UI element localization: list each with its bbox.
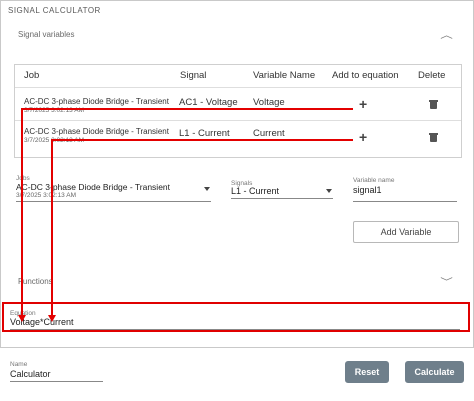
arrow-head-icon [48,315,56,322]
annotation-line [51,139,353,141]
chevron-down-icon[interactable]: ﹀ [440,275,453,288]
row1-job: AC-DC 3-phase Diode Bridge - Transient [24,97,169,106]
annotation-line [21,108,23,320]
variable-name-input[interactable]: signal1 [353,185,382,195]
annotation-line [21,108,353,110]
row2-signal: L1 - Current [179,128,230,139]
row2-variable: Current [253,128,285,139]
signals-dropdown-caret-icon[interactable] [326,189,332,193]
header-delete: Delete [418,70,446,81]
name-underline [10,381,103,382]
signals-select-value[interactable]: L1 - Current [231,186,279,196]
plus-icon[interactable]: + [359,130,367,144]
header-job: Job [24,70,40,81]
variable-name-label: Variable name [353,177,395,184]
signals-underline [231,198,333,199]
reset-button[interactable]: Reset [345,361,389,383]
calculate-button[interactable]: Calculate [405,361,464,383]
row1-signal: AC1 - Voltage [179,97,238,108]
annotation-line [51,139,53,320]
trash-icon[interactable] [429,100,438,109]
functions-title[interactable]: Functions [18,277,53,286]
add-variable-button[interactable]: Add Variable [353,221,459,243]
name-label: Name [10,361,28,368]
header-signal: Signal [180,70,207,81]
equation-underline [10,329,460,330]
row-divider [15,120,461,121]
header-add-to-equation: Add to equation [332,70,399,81]
jobs-date: 3/7/2025 3:02:13 AM [16,192,76,199]
signal-calculator-panel [0,0,474,348]
jobs-underline [16,201,211,202]
table-divider [15,87,461,88]
jobs-dropdown-caret-icon[interactable] [204,187,210,191]
row2-job: AC-DC 3-phase Diode Bridge - Transient [24,127,169,136]
variable-name-underline [353,201,457,202]
row1-variable: Voltage [253,97,285,108]
chevron-up-icon[interactable]: ︿ [440,28,453,41]
trash-icon[interactable] [429,133,438,142]
jobs-select-value[interactable]: AC-DC 3-phase Diode Bridge - Transient [16,182,170,192]
panel-title: SIGNAL CALCULATOR [8,6,101,15]
name-input[interactable]: Calculator [10,369,51,379]
arrow-head-icon [18,315,26,322]
plus-icon[interactable]: + [359,97,367,111]
header-variable-name: Variable Name [253,70,316,81]
signal-variables-title[interactable]: Signal variables [18,30,74,39]
